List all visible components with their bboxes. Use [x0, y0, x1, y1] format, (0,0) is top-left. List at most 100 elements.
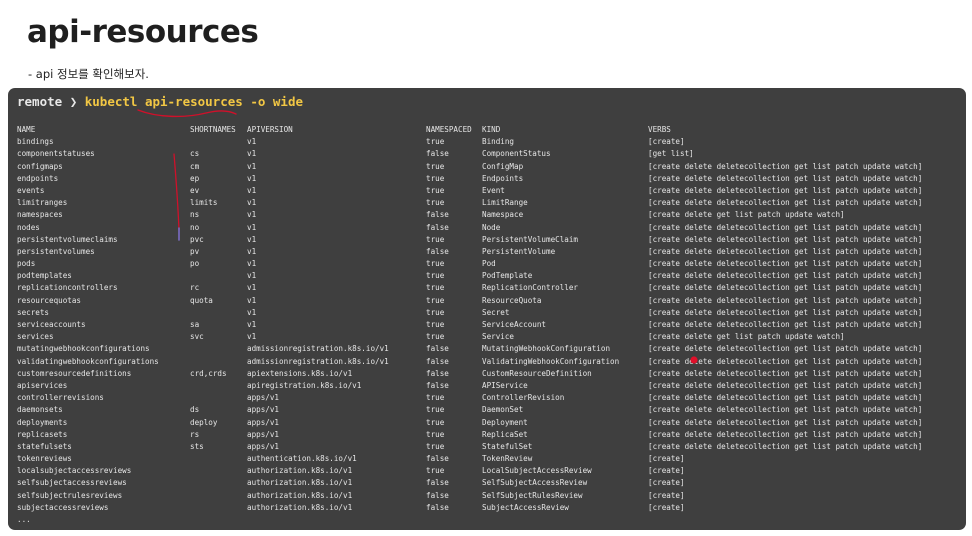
cell-name: subjectaccessreviews	[17, 502, 109, 512]
cell-kind: MutatingWebhookConfiguration	[482, 344, 611, 354]
cell-kind: PersistentVolume	[482, 246, 556, 256]
cell-apiversion: apps/v1	[247, 441, 280, 451]
cell-namespaced: true	[426, 161, 445, 171]
cell-apiversion: admissionregistration.k8s.io/v1	[247, 344, 389, 354]
cell-verbs: [create]	[648, 502, 685, 512]
cell-name: selfsubjectaccessreviews	[17, 478, 127, 488]
cell-kind: Service	[482, 332, 515, 342]
cell-verbs: [create delete deletecollection get list…	[648, 222, 923, 232]
cell-name: deployments	[17, 417, 68, 427]
cell-shortnames: no	[190, 222, 200, 232]
cell-namespaced: false	[426, 454, 449, 464]
header-name: NAME	[17, 125, 36, 134]
cell-name: daemonsets	[17, 405, 63, 415]
cell-apiversion: v1	[247, 320, 257, 329]
cell-kind: ControllerRevision	[482, 393, 565, 403]
cell-name: resourcequotas	[17, 295, 82, 305]
cell-kind: ReplicationController	[482, 283, 579, 293]
cell-shortnames: sts	[190, 441, 204, 451]
cell-kind: Node	[482, 222, 501, 232]
cell-shortnames: svc	[190, 332, 204, 342]
cell-kind: APIService	[482, 380, 528, 390]
cell-name: customresourcedefinitions	[17, 368, 132, 378]
cell-namespaced: false	[426, 490, 449, 500]
cell-apiversion: authorization.k8s.io/v1	[247, 478, 353, 488]
cell-name: podtemplates	[17, 271, 72, 281]
cell-name: nodes	[17, 222, 40, 232]
cell-namespaced: true	[426, 283, 445, 293]
cell-apiversion: apps/v1	[247, 393, 280, 403]
cell-apiversion: v1	[247, 259, 257, 269]
cell-verbs: [create delete deletecollection get list…	[648, 198, 923, 208]
cell-namespaced: false	[426, 380, 449, 390]
cell-verbs: [create delete deletecollection get list…	[648, 307, 923, 317]
cell-kind: Secret	[482, 307, 510, 317]
cell-verbs: [create delete deletecollection get list…	[648, 368, 923, 378]
cell-shortnames: ds	[190, 405, 200, 415]
cell-shortnames: ep	[190, 173, 200, 183]
cell-namespaced: true	[426, 332, 445, 342]
cell-verbs: [create delete deletecollection get list…	[648, 161, 923, 171]
cell-apiversion: v1	[247, 185, 257, 195]
cell-apiversion: apiregistration.k8s.io/v1	[247, 380, 362, 390]
cell-name: limitranges	[17, 198, 68, 208]
cell-namespaced: true	[426, 198, 445, 208]
cell-namespaced: true	[426, 259, 445, 269]
cell-verbs: [create delete deletecollection get list…	[648, 283, 923, 293]
cell-apiversion: v1	[247, 173, 257, 183]
cell-apiversion: v1	[247, 307, 257, 317]
prompt-arrow-icon: ❯	[69, 94, 78, 109]
terminal-window[interactable]: remote ❯ kubectl api-resources -o wide N…	[8, 88, 966, 530]
cell-kind: LimitRange	[482, 198, 528, 208]
cell-kind: SelfSubjectRulesReview	[482, 490, 583, 500]
cell-shortnames: pv	[190, 246, 200, 256]
cell-verbs: [create delete deletecollection get list…	[648, 295, 923, 305]
cell-kind: ServiceAccount	[482, 320, 547, 329]
cell-name: replicationcontrollers	[17, 283, 118, 293]
cell-verbs: [create delete deletecollection get list…	[648, 356, 923, 366]
cell-verbs: [create]	[648, 454, 685, 464]
cell-verbs: [create delete deletecollection get list…	[648, 234, 923, 244]
cell-kind: Event	[482, 185, 505, 195]
cell-name: bindings	[17, 137, 54, 147]
cell-namespaced: true	[426, 173, 445, 183]
cell-apiversion: v1	[247, 283, 257, 293]
cell-verbs: [create]	[648, 137, 685, 147]
prompt-command: kubectl api-resources -o wide	[84, 94, 303, 109]
cell-shortnames: cs	[190, 149, 200, 159]
cell-namespaced: false	[426, 502, 449, 512]
cell-verbs: [create delete get list patch update wat…	[648, 332, 845, 342]
cell-apiversion: v1	[247, 161, 257, 171]
header-verbs: VERBS	[648, 125, 671, 134]
cell-kind: ValidatingWebhookConfiguration	[482, 356, 620, 366]
cell-name: replicasets	[17, 429, 68, 439]
cell-shortnames: crd,crds	[190, 368, 227, 378]
cell-kind: Binding	[482, 137, 515, 147]
cell-apiversion: v1	[247, 271, 257, 281]
cell-namespaced: true	[426, 295, 445, 305]
cell-namespaced: false	[426, 210, 449, 220]
cell-kind: Namespace	[482, 210, 524, 220]
header-shortnames: SHORTNAMES	[190, 125, 236, 134]
cell-shortnames: pvc	[190, 234, 204, 244]
cell-namespaced: false	[426, 478, 449, 488]
cell-verbs: [create delete deletecollection get list…	[648, 185, 923, 195]
cell-verbs: [create delete deletecollection get list…	[648, 393, 923, 403]
header-namespaced: NAMESPACED	[426, 125, 472, 134]
cell-apiversion: apps/v1	[247, 429, 280, 439]
cell-shortnames: ev	[190, 185, 200, 195]
cell-name: componentstatuses	[17, 149, 95, 159]
red-stroke-annotation	[173, 153, 180, 231]
cell-verbs: [create]	[648, 490, 685, 500]
cell-shortnames: rc	[190, 283, 200, 293]
cell-kind: SelfSubjectAccessReview	[482, 478, 588, 488]
cell-namespaced: false	[426, 344, 449, 354]
cell-verbs: [create delete deletecollection get list…	[648, 429, 923, 439]
cell-apiversion: apps/v1	[247, 417, 280, 427]
cell-name: validatingwebhookconfigurations	[17, 356, 159, 366]
cell-name: mutatingwebhookconfigurations	[17, 344, 150, 354]
cell-apiversion: v1	[247, 222, 257, 232]
cell-apiversion: authentication.k8s.io/v1	[247, 454, 357, 464]
cell-apiversion: authorization.k8s.io/v1	[247, 502, 353, 512]
cell-namespaced: true	[426, 466, 445, 476]
